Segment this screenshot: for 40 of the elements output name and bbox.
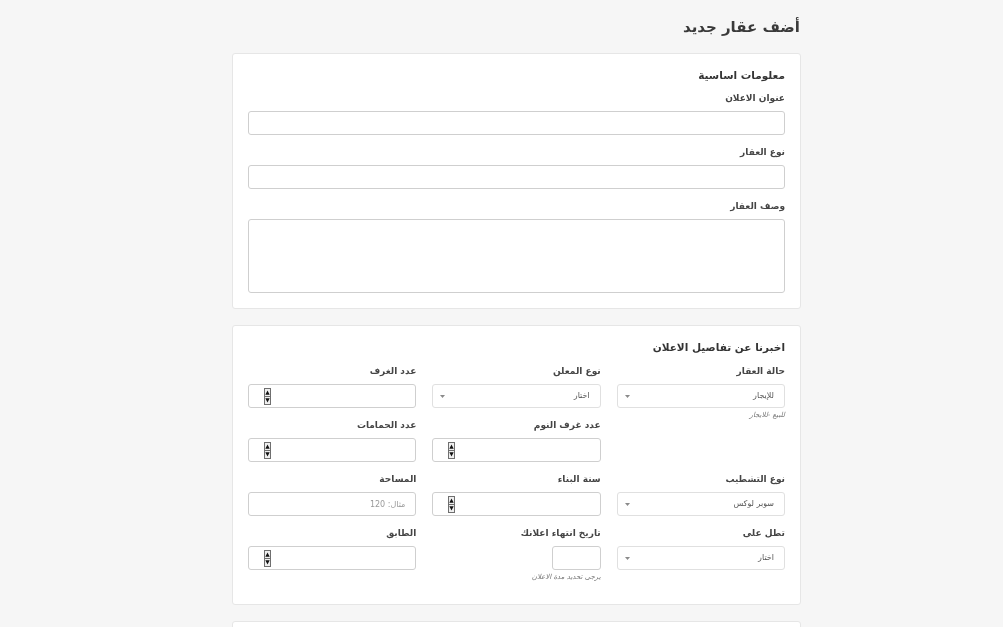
select-field[interactable]: اختار xyxy=(432,384,601,408)
date-field[interactable] xyxy=(551,546,601,570)
page-title: أضف عقار جديد xyxy=(681,16,801,38)
spinner-icon[interactable] xyxy=(264,549,271,567)
input-field[interactable]: مثال: 120 xyxy=(248,492,417,516)
input-field[interactable] xyxy=(248,111,785,135)
select-field[interactable]: للإيجار xyxy=(616,384,785,408)
field-label: وصف العقار xyxy=(729,200,785,213)
select-field[interactable]: اختار xyxy=(616,546,785,570)
input-field[interactable] xyxy=(248,165,785,189)
field-label: حالة العقار xyxy=(735,365,785,378)
field-label: عدد الحمامات xyxy=(355,419,417,432)
textarea-field[interactable] xyxy=(248,219,785,293)
field-label: عدد الغرف xyxy=(368,365,417,378)
field-label: المساحة xyxy=(378,473,417,486)
spinner-icon[interactable] xyxy=(264,441,271,459)
caret-icon xyxy=(624,556,630,560)
field-label: سنة البناء xyxy=(556,473,601,486)
number-field[interactable] xyxy=(248,438,417,462)
caret-icon xyxy=(440,394,446,398)
field-label: نوع المعلن xyxy=(552,365,601,378)
field-label: عدد غرف النوم xyxy=(532,419,601,432)
section-heading: معلومات اساسية xyxy=(697,68,785,82)
select-field[interactable]: سوبر لوكس xyxy=(616,492,785,516)
field-label: عنوان الاعلان xyxy=(724,92,785,105)
caret-icon xyxy=(624,394,630,398)
field-label: الطابق xyxy=(385,527,417,540)
number-field[interactable] xyxy=(248,384,417,408)
field-label: نوع التشطيب xyxy=(724,473,785,486)
field-label: تطل على xyxy=(741,527,785,540)
number-field[interactable] xyxy=(248,546,417,570)
field-label: تاريخ انتهاء اعلانك xyxy=(519,527,601,540)
spinner-icon[interactable] xyxy=(448,441,456,459)
spinner-icon[interactable] xyxy=(264,387,271,405)
number-field[interactable] xyxy=(432,438,601,462)
section-heading: اخبرنا عن تفاصيل الاعلان xyxy=(651,340,785,354)
field-label: نوع العقار xyxy=(738,146,785,159)
spinner-icon[interactable] xyxy=(448,495,456,513)
number-field[interactable] xyxy=(432,492,601,516)
caret-icon xyxy=(624,502,630,506)
